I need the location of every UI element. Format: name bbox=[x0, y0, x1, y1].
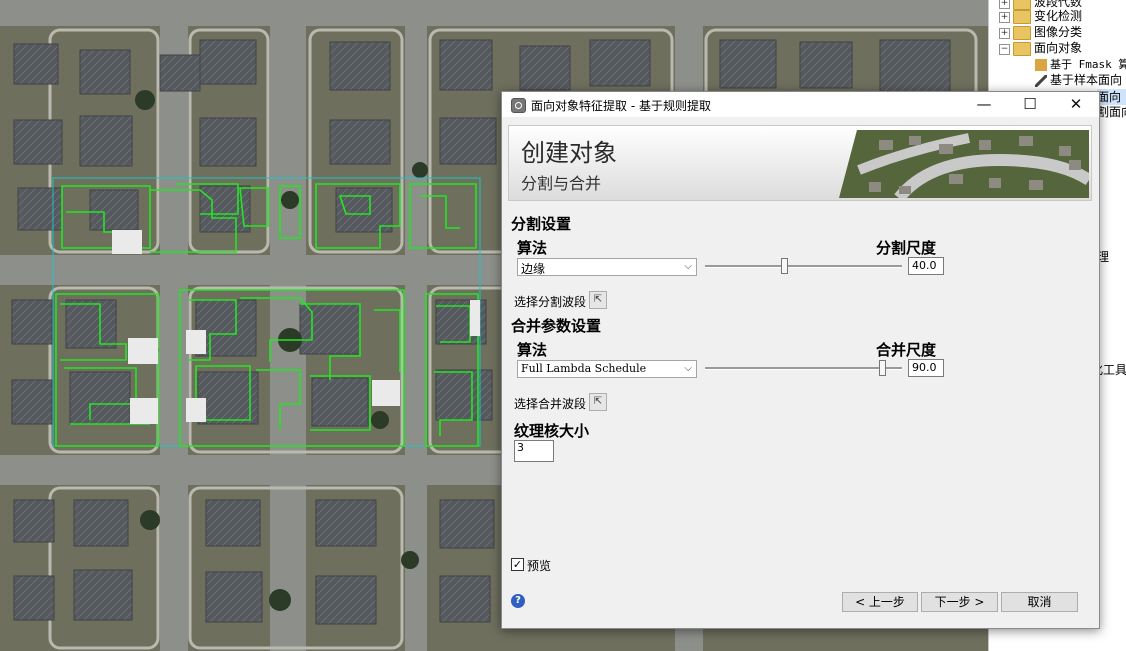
merge-section-title: 合并参数设置 bbox=[511, 317, 602, 335]
merge-band-label: 选择合并波段 bbox=[514, 397, 587, 411]
tree-item-image-classification[interactable]: + 图像分类 bbox=[999, 24, 1082, 40]
tree-item-sample-based[interactable]: 基于样本面向 bbox=[1035, 72, 1122, 88]
tree-item-label: 面向 bbox=[1097, 90, 1122, 104]
banner-thumbnail-image bbox=[839, 130, 1089, 198]
app-icon bbox=[511, 98, 526, 113]
step-banner: 创建对象 分割与合并 bbox=[508, 125, 1092, 201]
wand-icon bbox=[1035, 74, 1047, 87]
tree-item-label: 面向对象 bbox=[1034, 41, 1083, 55]
chevron-down-icon: ⌵ bbox=[684, 363, 692, 374]
folder-open-icon bbox=[1013, 41, 1031, 56]
segment-scale-label: 分割尺度 bbox=[876, 239, 937, 257]
expand-icon[interactable]: + bbox=[999, 12, 1010, 23]
folder-icon bbox=[1013, 25, 1031, 40]
tree-item-object-based[interactable]: − 面向对象 bbox=[999, 40, 1082, 56]
tree-item-label: 基于 Fmask 算 bbox=[1050, 58, 1126, 71]
segment-scale-slider-thumb[interactable] bbox=[780, 258, 788, 274]
merge-algorithm-value: Full Lambda Schedule bbox=[521, 362, 647, 375]
collapse-icon[interactable]: − bbox=[999, 44, 1010, 55]
merge-scale-label: 合并尺度 bbox=[876, 341, 937, 359]
segment-algorithm-value: 边缘 bbox=[521, 262, 546, 276]
preview-checkbox[interactable]: ✓ bbox=[511, 558, 524, 571]
segment-section-title: 分割设置 bbox=[511, 215, 572, 233]
expand-icon[interactable]: + bbox=[999, 28, 1010, 39]
band-select-icon: ⇱ bbox=[593, 396, 603, 407]
merge-algorithm-label: 算法 bbox=[517, 341, 548, 359]
band-select-icon: ⇱ bbox=[593, 294, 603, 305]
close-button[interactable]: ✕ bbox=[1053, 92, 1099, 117]
dialog-title: 面向对象特征提取 - 基于规则提取 bbox=[531, 99, 711, 113]
tree-item-change-detection[interactable]: + 变化检测 bbox=[999, 8, 1082, 24]
minimize-button[interactable]: — bbox=[961, 92, 1007, 117]
cancel-button[interactable]: 取消 bbox=[1001, 592, 1078, 612]
merge-algorithm-select[interactable]: Full Lambda Schedule ⌵ bbox=[517, 360, 697, 378]
previous-button[interactable]: < 上一步 bbox=[842, 592, 918, 612]
chevron-down-icon: ⌵ bbox=[684, 261, 692, 272]
help-icon[interactable]: ? bbox=[511, 594, 525, 608]
preview-label: 预览 bbox=[527, 559, 552, 573]
tree-item-label: 基于样本面向 bbox=[1050, 73, 1123, 87]
maximize-button[interactable]: ☐ bbox=[1007, 92, 1053, 117]
tree-item-label: 变化检测 bbox=[1034, 9, 1083, 23]
merge-scale-slider[interactable] bbox=[705, 367, 902, 370]
tree-item-label: 割面向 bbox=[1097, 105, 1126, 119]
tree-item-segment-only[interactable]: 割面向 bbox=[1097, 104, 1126, 120]
segment-scale-slider[interactable] bbox=[705, 265, 902, 268]
tree-item-label: 图像分类 bbox=[1034, 25, 1083, 39]
segment-band-label: 选择分割波段 bbox=[514, 295, 587, 309]
texture-kernel-label: 纹理核大小 bbox=[514, 422, 590, 440]
segment-algorithm-select[interactable]: 边缘 ⌵ bbox=[517, 258, 697, 276]
merge-scale-input[interactable]: 90.0 bbox=[908, 359, 944, 377]
tool-icon bbox=[1035, 58, 1047, 71]
next-button[interactable]: 下一步 > bbox=[921, 592, 998, 612]
object-extraction-dialog: 面向对象特征提取 - 基于规则提取 — ☐ ✕ 创建对象 分割与合并 分割设置 … bbox=[501, 91, 1100, 629]
dialog-titlebar[interactable]: 面向对象特征提取 - 基于规则提取 — ☐ ✕ bbox=[502, 92, 1099, 117]
banner-title: 创建对象 bbox=[521, 139, 617, 167]
select-merge-band-button[interactable]: ⇱ bbox=[589, 393, 607, 411]
select-segment-band-button[interactable]: ⇱ bbox=[589, 291, 607, 309]
folder-icon bbox=[1013, 9, 1031, 24]
tree-item-fmask[interactable]: 基于 Fmask 算 bbox=[1035, 56, 1126, 72]
merge-scale-slider-thumb[interactable] bbox=[879, 360, 887, 376]
segment-algorithm-label: 算法 bbox=[517, 239, 548, 257]
tree-item-rule-based[interactable]: 面向 bbox=[1097, 89, 1126, 105]
segment-scale-input[interactable]: 40.0 bbox=[908, 257, 944, 275]
texture-kernel-input[interactable]: 3 bbox=[514, 440, 554, 462]
banner-subtitle: 分割与合并 bbox=[521, 174, 602, 193]
